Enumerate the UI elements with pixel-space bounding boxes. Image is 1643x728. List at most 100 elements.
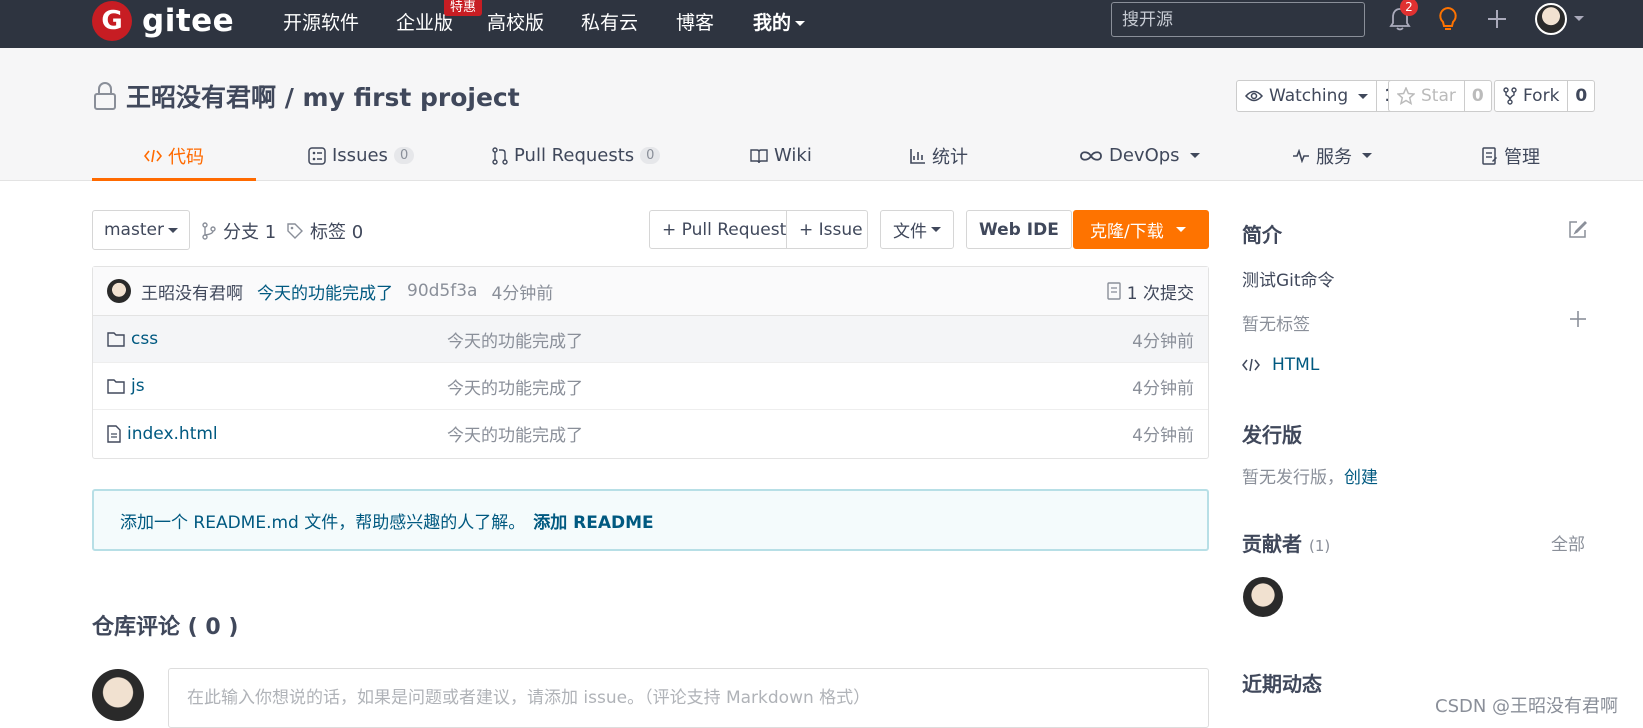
file-label: 文件 (893, 222, 927, 242)
no-tags-text: 暂无标签 (1242, 315, 1310, 335)
fork-count[interactable]: 0 (1568, 81, 1594, 111)
nav-mine-label: 我的 (753, 12, 792, 34)
intro-title: 简介 (1242, 223, 1282, 247)
chart-icon (910, 148, 925, 164)
tab-label: 管理 (1504, 146, 1540, 168)
document-icon (1107, 282, 1121, 300)
branches-label: 分支 1 (223, 222, 277, 243)
file-time: 4分钟前 (1132, 378, 1194, 399)
eye-icon (1245, 90, 1263, 102)
tab-label: Pull Requests (514, 145, 635, 166)
chevron-down-icon[interactable] (1574, 16, 1584, 21)
star-button[interactable]: Star (1389, 81, 1465, 111)
folder-icon (107, 379, 125, 394)
file-time: 4分钟前 (1132, 331, 1194, 352)
file-row[interactable]: js 今天的功能完成了 4分钟前 (93, 363, 1208, 410)
search-box[interactable] (1111, 2, 1365, 37)
file-list: 王昭没有君啊 今天的功能完成了 90d5f3a 4分钟前 1 次提交 css 今… (92, 266, 1209, 459)
watch-button[interactable]: Watching (1237, 81, 1378, 111)
branch-select[interactable]: master (92, 210, 190, 250)
commit-message[interactable]: 今天的功能完成了 (257, 279, 393, 304)
add-readme-link[interactable]: 添加 README (525, 508, 653, 533)
file-row[interactable]: css 今天的功能完成了 4分钟前 (93, 316, 1208, 363)
commit-author[interactable]: 王昭没有君啊 (141, 279, 243, 304)
tab-stats[interactable]: 统计 (910, 130, 968, 181)
author-avatar[interactable] (107, 279, 131, 303)
repo-tabs: 代码 Issues 0 Pull Requests 0 Wiki 统计 DevO… (92, 130, 1592, 181)
tab-label: Wiki (774, 145, 812, 166)
file-name-link[interactable]: index.html (107, 424, 218, 444)
file-commit-message[interactable]: 今天的功能完成了 (447, 327, 583, 352)
code-icon (1242, 358, 1260, 372)
file-name-link[interactable]: js (107, 376, 145, 396)
chevron-down-icon (167, 227, 178, 233)
promo-badge: 特惠 (444, 0, 483, 16)
file-name: index.html (127, 423, 218, 444)
new-pull-request-button[interactable]: + Pull Request (649, 210, 787, 249)
notification-count: 2 (1400, 0, 1418, 16)
file-time: 4分钟前 (1132, 426, 1194, 446)
user-avatar[interactable] (1535, 3, 1567, 35)
lock-icon (94, 82, 116, 110)
clone-download-button[interactable]: 克隆/下载 (1073, 210, 1209, 249)
branch-label: master (104, 220, 164, 240)
logo-text: gitee (142, 3, 235, 39)
language-row[interactable]: HTML (1242, 355, 1319, 375)
fork-button-group[interactable]: Fork 0 (1494, 80, 1596, 112)
file-name: js (131, 376, 145, 396)
file-commit-message[interactable]: 今天的功能完成了 (447, 374, 583, 399)
file-commit-message[interactable]: 今天的功能完成了 (447, 421, 583, 446)
contributors-count: (1) (1308, 537, 1331, 555)
star-count[interactable]: 0 (1465, 81, 1491, 111)
nav-private-cloud[interactable]: 私有云 (581, 8, 638, 35)
pull-requests-count: 0 (640, 147, 661, 164)
new-issue-button[interactable]: + Issue (786, 210, 868, 249)
tab-label: 统计 (932, 146, 968, 168)
plus-icon[interactable] (1482, 4, 1512, 34)
fork-button[interactable]: Fork (1495, 81, 1569, 111)
tab-devops[interactable]: DevOps (1079, 130, 1200, 181)
search-input[interactable] (1122, 3, 1354, 36)
file-row[interactable]: index.html 今天的功能完成了 4分钟前 (93, 410, 1208, 457)
file-name-link[interactable]: css (107, 329, 158, 349)
nav-university[interactable]: 高校版 (487, 8, 544, 35)
code-icon (144, 149, 162, 162)
repo-title-link[interactable]: 王昭没有君啊 / my first project (126, 78, 520, 114)
tab-services[interactable]: 服务 (1292, 130, 1372, 181)
recent-activity-title: 近期动态 (1242, 672, 1322, 696)
tag-icon (287, 223, 303, 239)
tab-code[interactable]: 代码 (144, 130, 204, 181)
star-button-group[interactable]: Star 0 (1388, 80, 1492, 112)
tab-wiki[interactable]: Wiki (750, 130, 812, 181)
tab-manage[interactable]: 管理 (1482, 130, 1540, 181)
edit-icon[interactable] (1568, 219, 1588, 244)
gitee-logo[interactable]: G gitee (92, 0, 234, 42)
commit-hash[interactable]: 90d5f3a (407, 281, 477, 301)
watch-label: Watching (1269, 86, 1349, 106)
tags-label: 标签 0 (310, 222, 364, 243)
create-release-link[interactable]: 创建 (1344, 468, 1378, 488)
chevron-down-icon (1362, 153, 1372, 158)
all-contributors-link[interactable]: 全部 (1551, 530, 1585, 555)
chevron-down-icon (1175, 227, 1186, 232)
comment-input[interactable]: 在此输入你想说的话，如果是问题或者建议，请添加 issue。（评论支持 Mark… (168, 668, 1209, 728)
web-ide-button[interactable]: Web IDE (966, 210, 1072, 249)
plus-icon[interactable] (1569, 310, 1587, 333)
file-dropdown[interactable]: 文件 (880, 210, 954, 249)
lightbulb-icon[interactable] (1433, 4, 1463, 34)
commit-time: 4分钟前 (491, 283, 554, 304)
commits-count-link[interactable]: 1 次提交 (1107, 279, 1194, 304)
star-label: Star (1421, 86, 1456, 106)
logo-mark: G (92, 1, 132, 41)
nav-open-source[interactable]: 开源软件 (283, 8, 359, 35)
readme-prompt: 添加一个 README.md 文件，帮助感兴趣的人了解。 添加 README (92, 489, 1209, 551)
star-icon (1397, 87, 1415, 105)
tab-issues[interactable]: Issues 0 (308, 130, 415, 181)
nav-mine-dropdown[interactable]: 我的 (753, 8, 806, 35)
branches-link[interactable]: 分支 1 (201, 218, 276, 244)
watch-button-group[interactable]: Watching 1 (1236, 80, 1405, 112)
nav-blog[interactable]: 博客 (676, 8, 714, 35)
contributor-avatar[interactable] (1243, 577, 1283, 617)
tags-link[interactable]: 标签 0 (286, 218, 363, 244)
tab-pull-requests[interactable]: Pull Requests 0 (492, 130, 661, 181)
